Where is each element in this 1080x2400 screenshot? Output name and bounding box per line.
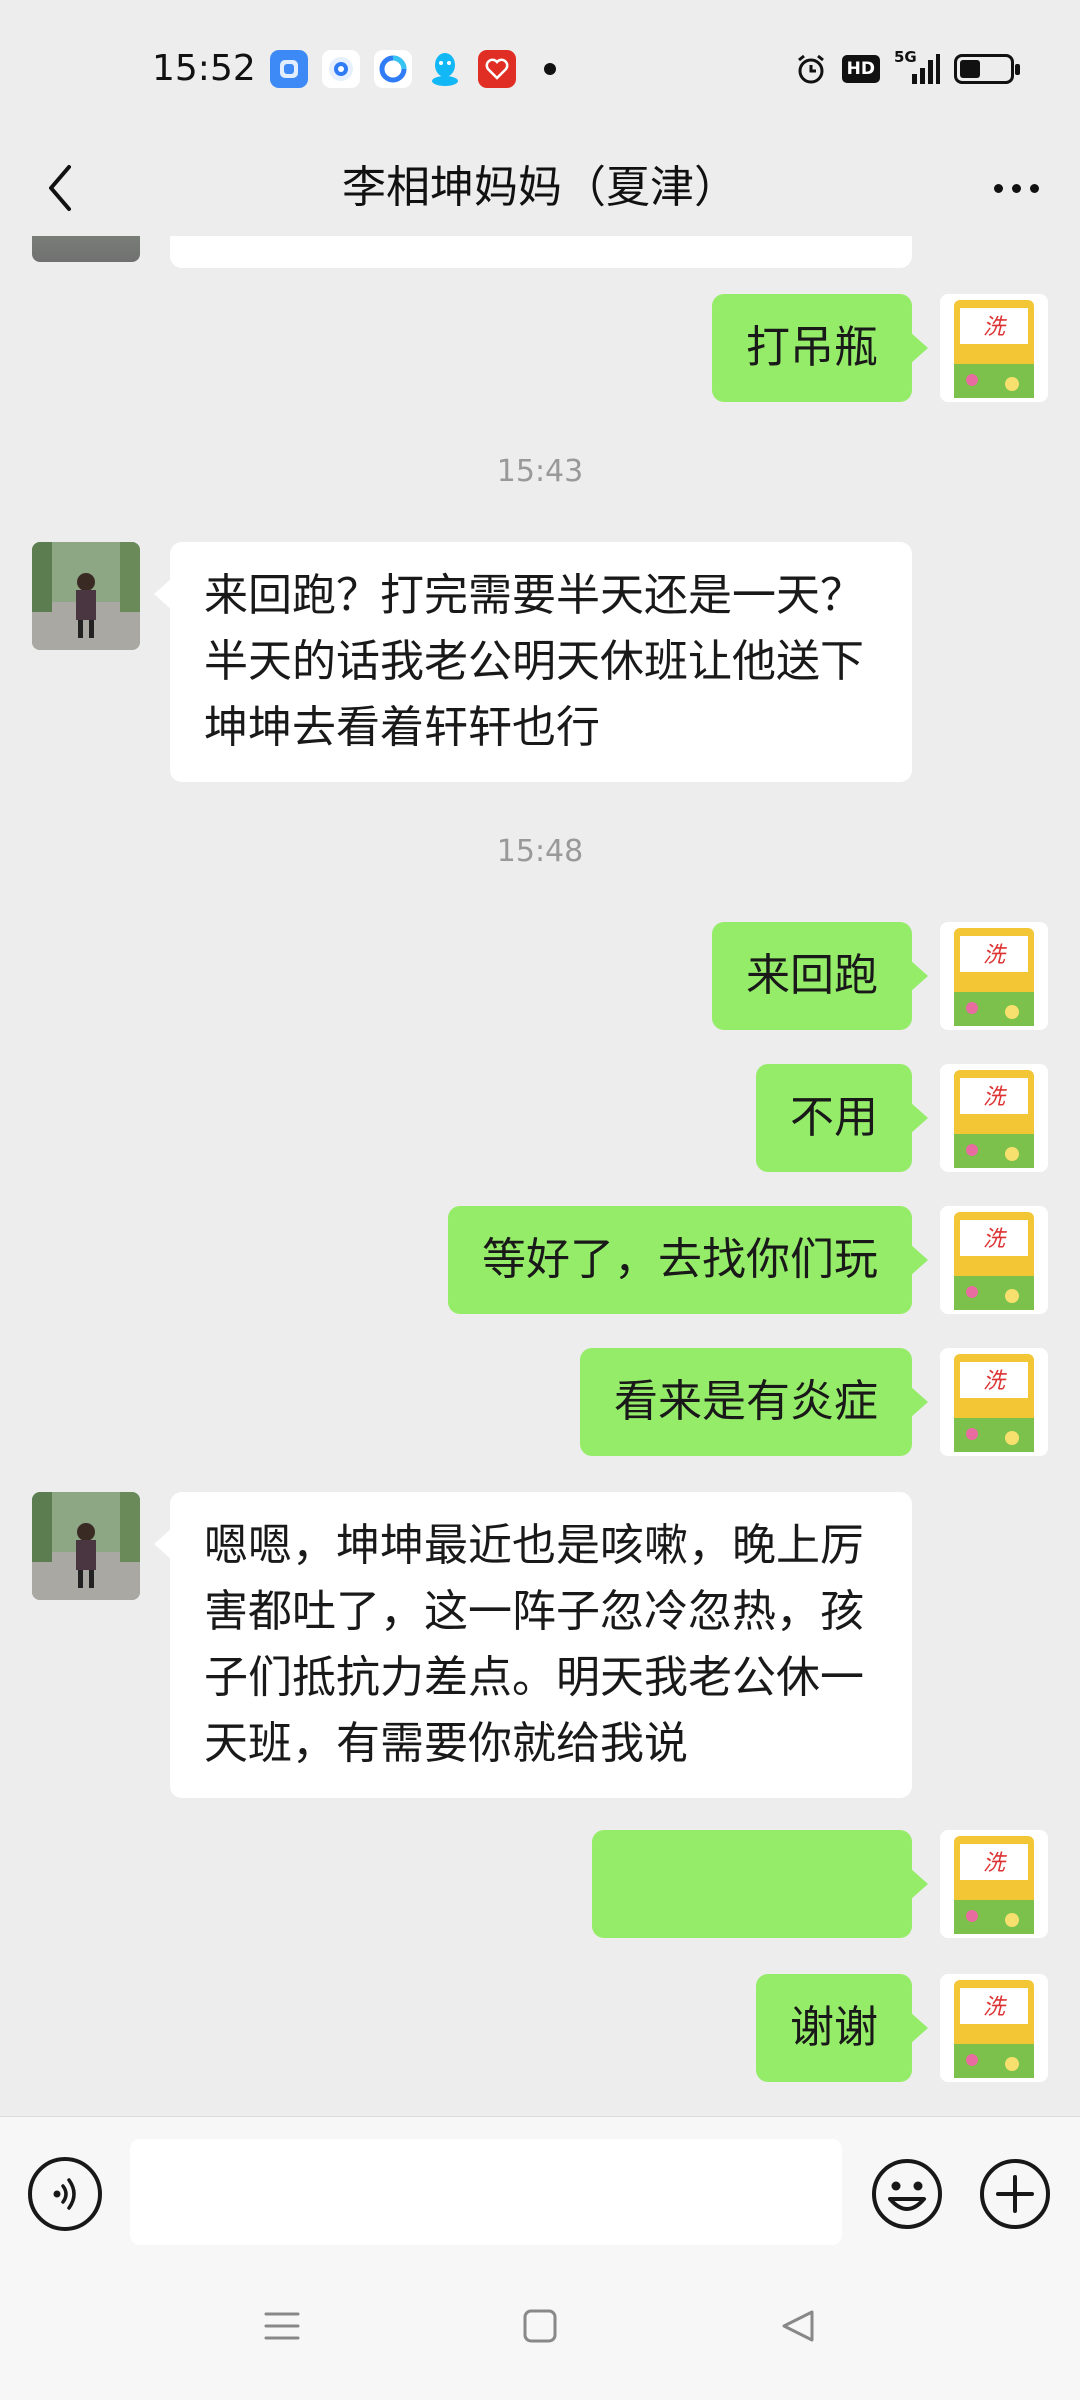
plus-button[interactable] [978, 2157, 1052, 2231]
message-bubble-sent[interactable]: 来回跑 [712, 922, 928, 1030]
location-icon [322, 50, 360, 88]
more-notifications-dot [544, 63, 556, 75]
app-icon [270, 50, 308, 88]
my-avatar[interactable]: 洗 [940, 1206, 1048, 1314]
more-dot [1029, 183, 1039, 193]
voice-icon [53, 2178, 76, 2210]
message-bubble-sent[interactable]: 不用 [756, 1064, 928, 1172]
browser-icon [374, 50, 412, 88]
battery-icon [954, 54, 1020, 84]
svg-text:洗: 洗 [983, 1369, 1007, 1394]
menu-nav-button[interactable] [242, 2296, 322, 2356]
heart-app-icon [478, 50, 516, 88]
message-bubble-sent[interactable]: 打吊瓶 [712, 294, 928, 402]
message-bubble-sent[interactable] [592, 1830, 928, 2043]
svg-text:洗: 洗 [983, 1851, 1007, 1876]
back-chevron-icon [49, 165, 71, 211]
home-nav-button[interactable] [500, 2296, 580, 2356]
message-bubble-sent[interactable]: 看来是有炎症 [580, 1348, 928, 1456]
alarm-icon [797, 54, 824, 84]
message-list[interactable]: 打吊瓶 洗 15:43 来回跑？打完需要半天还是一天？半天的话我老公明天休班让他… [0, 236, 1080, 2116]
status-time: 15:52 [152, 48, 256, 89]
message-timestamp: 15:48 [496, 834, 584, 869]
input-bar [0, 2116, 1080, 2256]
svg-text:洗: 洗 [983, 1227, 1007, 1252]
more-dot [1011, 183, 1021, 193]
my-avatar[interactable]: 洗 [940, 1830, 1048, 1938]
my-avatar[interactable]: 洗 [940, 1974, 1048, 2082]
emoji-button[interactable] [870, 2157, 944, 2231]
back-nav-button[interactable] [758, 2296, 838, 2356]
message-input[interactable] [130, 2139, 842, 2245]
svg-text:洗: 洗 [983, 1085, 1007, 1110]
notification-icons [270, 50, 556, 88]
qq-icon [426, 50, 464, 88]
signal-5g-icon: 5G [894, 48, 940, 86]
menu-icon [264, 2312, 300, 2340]
my-avatar[interactable]: 洗 [940, 1348, 1048, 1456]
plus-icon [980, 2159, 1050, 2229]
back-icon [782, 2310, 814, 2342]
my-avatar[interactable]: 洗 [940, 1064, 1048, 1172]
chat-header: 李相坤妈妈（夏津） [0, 140, 1080, 236]
message-bubble-received[interactable]: 来回跑？打完需要半天还是一天？半天的话我老公明天休班让他送下坤坤去看着轩轩也行 [154, 542, 912, 782]
avatar-partial[interactable] [32, 236, 140, 262]
back-button[interactable] [30, 148, 90, 228]
contact-avatar[interactable] [32, 1492, 140, 1600]
my-avatar[interactable]: 洗 [940, 922, 1048, 1030]
contact-avatar[interactable] [32, 542, 140, 650]
message-bubble-sent[interactable]: 等好了，去找你们玩 [448, 1206, 928, 1314]
hd-badge: HD [841, 55, 880, 83]
voice-button[interactable] [28, 2157, 102, 2231]
message-bubble-sent[interactable]: 谢谢 [756, 1974, 928, 2082]
svg-text:洗: 洗 [983, 943, 1007, 968]
more-dots-icon [993, 183, 1003, 193]
message-timestamp: 15:43 [496, 454, 584, 489]
system-nav-bar [0, 2256, 1080, 2400]
home-icon [523, 2309, 557, 2343]
message-bubble-received[interactable]: 嗯嗯，坤坤最近也是咳嗽，晚上厉害都吐了，这一阵子忽冷忽热，孩子们抵抗力差点。明天… [154, 1492, 912, 1798]
svg-text:洗: 洗 [983, 315, 1007, 340]
svg-text:洗: 洗 [983, 1995, 1007, 2020]
more-button[interactable] [976, 148, 1056, 228]
chat-title: 李相坤妈妈（夏津） [342, 162, 738, 213]
status-bar: 15:52 HD 5G [0, 0, 1080, 140]
status-indicators: HD 5G [794, 48, 1020, 86]
message-bubble-partial[interactable] [170, 236, 912, 268]
emoji-icon [872, 2159, 942, 2229]
my-avatar[interactable]: 洗 [940, 294, 1048, 402]
